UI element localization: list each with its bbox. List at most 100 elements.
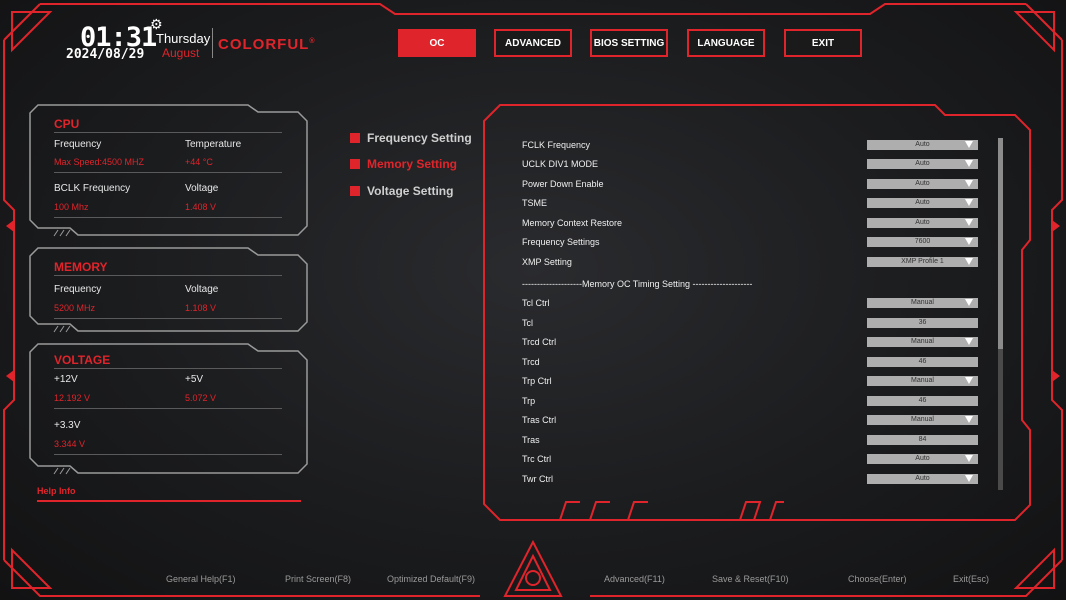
setting-value-field[interactable]: 36 — [867, 318, 978, 328]
setting-value-field[interactable]: 84 — [867, 435, 978, 445]
voltage-panel: VOLTAGE +12V +5V 12.192 V 5.072 V +3.3V … — [28, 344, 308, 474]
setting-dropdown[interactable]: Auto — [867, 454, 978, 464]
voltage-5v-label: +5V — [185, 374, 204, 385]
setting-dropdown[interactable]: Auto — [867, 198, 978, 208]
setting-dropdown[interactable]: Auto — [867, 474, 978, 484]
setting-name: Tcl Ctrl — [522, 298, 550, 308]
menu-voltage-setting[interactable]: Voltage Setting — [350, 184, 453, 198]
voltage-3v3-label: +3.3V — [54, 420, 81, 431]
setting-twr-ctrl[interactable]: Twr Ctrl Auto — [522, 472, 978, 488]
menu-voltage-setting-label: Voltage Setting — [367, 184, 454, 198]
setting-value-field[interactable]: 46 — [867, 396, 978, 406]
setting-value: Manual — [911, 416, 934, 423]
footer-advanced[interactable]: Advanced(F11) — [604, 574, 665, 584]
menu-bullet-icon — [350, 133, 360, 143]
cpu-divider — [54, 217, 282, 218]
setting-value: Auto — [915, 160, 930, 167]
setting-name: Memory Context Restore — [522, 218, 623, 228]
dropdown-arrow-icon — [965, 238, 973, 245]
setting-xmp-setting[interactable]: XMP Setting XMP Profile 1 — [522, 255, 978, 271]
setting-tsme[interactable]: TSME Auto — [522, 196, 978, 212]
dropdown-arrow-icon — [965, 219, 973, 226]
voltage-title: VOLTAGE — [54, 353, 111, 367]
setting-trp[interactable]: Trp 46 — [522, 394, 978, 410]
settings-scrollbar[interactable] — [998, 138, 1003, 490]
cpu-divider — [54, 132, 282, 133]
setting-dropdown[interactable]: Manual — [867, 298, 978, 308]
setting-name: TSME — [522, 198, 548, 208]
setting-value: Auto — [915, 455, 930, 462]
setting-name: UCLK DIV1 MODE — [522, 159, 599, 169]
setting-dropdown[interactable]: XMP Profile 1 — [867, 257, 978, 267]
footer-optimized-default[interactable]: Optimized Default(F9) — [387, 574, 475, 584]
setting-tras[interactable]: Tras 84 — [522, 433, 978, 449]
setting-value: Auto — [915, 219, 930, 226]
setting-name: Trcd Ctrl — [522, 337, 557, 347]
setting-value: Auto — [915, 180, 930, 187]
setting-dropdown[interactable]: Auto — [867, 179, 978, 189]
menu-frequency-setting[interactable]: Frequency Setting — [350, 131, 472, 145]
setting-name: Tcl — [522, 318, 533, 328]
setting-dropdown[interactable]: Manual — [867, 376, 978, 386]
setting-name: Frequency Settings — [522, 237, 600, 247]
setting-trcd[interactable]: Trcd 46 — [522, 355, 978, 371]
setting-dropdown[interactable]: 7600 — [867, 237, 978, 247]
setting-tcl-ctrl[interactable]: Tcl Ctrl Manual — [522, 296, 978, 312]
memory-oc-timing-divider: --------------------Memory OC Timing Set… — [522, 279, 753, 289]
setting-value: XMP Profile 1 — [901, 258, 944, 265]
setting-dropdown[interactable]: Manual — [867, 337, 978, 347]
footer-save-reset[interactable]: Save & Reset(F10) — [712, 574, 789, 584]
setting-fclk-frequency[interactable]: FCLK Frequency Auto — [522, 138, 978, 154]
setting-dropdown[interactable]: Auto — [867, 140, 978, 150]
dropdown-arrow-icon — [965, 455, 973, 462]
footer-general-help[interactable]: General Help(F1) — [166, 574, 236, 584]
setting-frequency-settings[interactable]: Frequency Settings 7600 — [522, 235, 978, 251]
tab-bios-setting[interactable]: BIOS SETTING — [590, 29, 668, 57]
setting-dropdown[interactable]: Manual — [867, 415, 978, 425]
voltage-12v-value: 12.192 V — [54, 393, 91, 403]
setting-memory-context-restore[interactable]: Memory Context Restore Auto — [522, 216, 978, 232]
setting-dropdown[interactable]: Auto — [867, 159, 978, 169]
menu-frequency-setting-label: Frequency Setting — [367, 131, 472, 145]
setting-value: 7600 — [914, 238, 931, 245]
setting-name: Trp Ctrl — [522, 376, 552, 386]
clock-date: 2024/08/29 — [66, 47, 145, 62]
dropdown-arrow-icon — [965, 377, 973, 384]
setting-trc-ctrl[interactable]: Trc Ctrl Auto — [522, 452, 978, 468]
memory-voltage-value: 1.108 V — [185, 303, 217, 313]
setting-tras-ctrl[interactable]: Tras Ctrl Manual — [522, 413, 978, 429]
menu-memory-setting[interactable]: Memory Setting — [350, 157, 457, 171]
scrollbar-thumb[interactable] — [998, 138, 1003, 350]
setting-uclk-div1-mode[interactable]: UCLK DIV1 MODE Auto — [522, 157, 978, 173]
setting-value: 46 — [918, 358, 927, 365]
setting-value: Manual — [911, 338, 934, 345]
menu-memory-setting-label: Memory Setting — [367, 157, 458, 171]
footer-choose[interactable]: Choose(Enter) — [848, 574, 907, 584]
setting-name: Twr Ctrl — [522, 474, 553, 484]
tab-advanced-label: ADVANCED — [505, 37, 561, 49]
footer-exit[interactable]: Exit(Esc) — [953, 574, 989, 584]
setting-power-down-enable[interactable]: Power Down Enable Auto — [522, 177, 978, 193]
cpu-bclk-label: BCLK Frequency — [54, 183, 131, 194]
tab-advanced[interactable]: ADVANCED — [494, 29, 572, 57]
setting-tcl[interactable]: Tcl 36 — [522, 316, 978, 332]
voltage-5v-value: 5.072 V — [185, 393, 217, 403]
setting-value: Manual — [911, 377, 934, 384]
menu-bullet-icon — [350, 186, 360, 196]
memory-divider — [54, 318, 282, 319]
tab-oc[interactable]: OC — [398, 29, 476, 57]
setting-trcd-ctrl[interactable]: Trcd Ctrl Manual — [522, 335, 978, 351]
dropdown-arrow-icon — [965, 160, 973, 167]
memory-frequency-value: 5200 MHz — [54, 303, 96, 313]
setting-value-field[interactable]: 46 — [867, 357, 978, 367]
setting-dropdown[interactable]: Auto — [867, 218, 978, 228]
tab-language[interactable]: LANGUAGE — [687, 29, 765, 57]
setting-trp-ctrl[interactable]: Trp Ctrl Manual — [522, 374, 978, 390]
dropdown-arrow-icon — [965, 338, 973, 345]
dropdown-arrow-icon — [965, 258, 973, 265]
cpu-bclk-value: 100 Mhz — [54, 202, 89, 212]
setting-value: Auto — [915, 141, 930, 148]
tab-exit[interactable]: EXIT — [784, 29, 862, 57]
setting-name: Trc Ctrl — [522, 454, 552, 464]
footer-print-screen[interactable]: Print Screen(F8) — [285, 574, 351, 584]
